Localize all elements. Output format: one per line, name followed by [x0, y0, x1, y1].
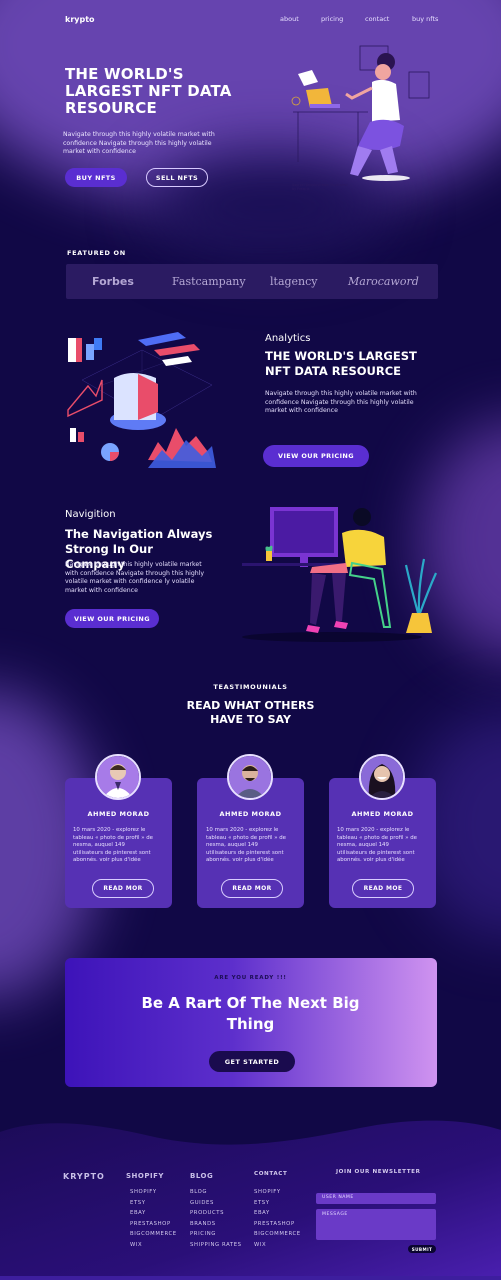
- nav-about[interactable]: about: [280, 15, 299, 23]
- footer-bottom-bar: [0, 1276, 501, 1280]
- footer-link[interactable]: BIGCOMMERCE: [254, 1229, 301, 1240]
- footer-link[interactable]: SHIPPING RATES: [190, 1240, 242, 1251]
- brand-ltagency: ltagency: [270, 275, 318, 288]
- footer-column-title-shopify: SHOPIFY: [126, 1172, 164, 1180]
- username-field[interactable]: USER NAME: [316, 1193, 436, 1204]
- navigation-description: Navigate through this highly volatile ma…: [65, 561, 205, 594]
- footer-list-blog: BLOG GUIDES PRODUCTS BRANDS PRICING SHIP…: [190, 1187, 242, 1250]
- brand-marocaword: Marocaword: [348, 275, 419, 288]
- navigation-illustration: [242, 507, 438, 642]
- avatar: [227, 754, 273, 800]
- hero-description: Navigate through this highly volatile ma…: [63, 131, 215, 155]
- nav-pricing[interactable]: pricing: [321, 15, 343, 23]
- testimonial-text-1: 10 mars 2020 - explorez le tableau « pho…: [73, 827, 153, 864]
- analytics-title: THE WORLD'S LARGEST NFT DATA RESOURCE: [265, 349, 417, 378]
- footer-link[interactable]: BLOG: [190, 1187, 242, 1198]
- testimonial-read-more-1[interactable]: READ MOR: [92, 879, 154, 898]
- testimonial-name-1: AHMED MORAD: [87, 810, 150, 818]
- hero-illustration: [291, 45, 430, 181]
- cta-label: ARE YOU READY !!!: [214, 975, 287, 981]
- featured-label: FEATURED ON: [67, 249, 126, 257]
- footer-link[interactable]: ETSY: [254, 1198, 301, 1209]
- navigation-pricing-button[interactable]: VIEW OUR PRICING: [65, 609, 159, 628]
- footer-list-contact: SHOPIFY ETSY EBAY PRESTASHOP BIGCOMMERCE…: [254, 1187, 301, 1250]
- avatar: [95, 754, 141, 800]
- testimonial-name-2: AHMED MORAD: [219, 810, 282, 818]
- footer-link[interactable]: WIX: [254, 1240, 301, 1251]
- footer-link[interactable]: BRANDS: [190, 1219, 242, 1230]
- footer-link[interactable]: GUIDES: [190, 1198, 242, 1209]
- testimonial-name-3: AHMED MORAD: [351, 810, 414, 818]
- analytics-pricing-button[interactable]: VIEW OUR PRICING: [263, 445, 369, 467]
- footer-link[interactable]: ETSY: [130, 1198, 177, 1209]
- testimonials-title: READ WHAT OTHERS HAVE TO SAY: [186, 699, 315, 726]
- avatar: [359, 754, 405, 800]
- get-started-button[interactable]: GET STARTED: [209, 1051, 295, 1072]
- testimonial-read-more-3[interactable]: READ MOE: [352, 879, 414, 898]
- footer-list-shopify: SHOPIFY ETSY EBAY PRESTASHOP BIGCOMMERCE…: [130, 1187, 177, 1250]
- sell-nfts-button[interactable]: SELL NFTS: [146, 168, 208, 187]
- cta-title: Be A Rart Of The Next Big Thing: [141, 994, 360, 1033]
- newsletter-title: JOIN OUR NEWSLETTER: [336, 1169, 421, 1175]
- footer-link[interactable]: PRESTASHOP: [130, 1219, 177, 1230]
- footer-column-title-blog: BLOG: [190, 1172, 214, 1180]
- footer-link[interactable]: EBAY: [254, 1208, 301, 1219]
- brand-forbes: Forbes: [92, 275, 134, 288]
- hero-title: THE WORLD'S LARGEST NFT DATA RESOURCE: [65, 65, 232, 117]
- message-field[interactable]: MESSAGE: [316, 1209, 436, 1240]
- footer-link[interactable]: PRODUCTS: [190, 1208, 242, 1219]
- navigation-label: Navigition: [65, 509, 116, 520]
- brand-logo[interactable]: krypto: [65, 15, 95, 24]
- nav-buy-nfts[interactable]: buy nfts: [412, 15, 438, 23]
- footer-link[interactable]: BIGCOMMERCE: [130, 1229, 177, 1240]
- testimonial-text-2: 10 mars 2020 - explorez le tableau « pho…: [206, 827, 286, 864]
- footer-link[interactable]: SHOPIFY: [130, 1187, 177, 1198]
- footer-link[interactable]: PRICING: [190, 1229, 242, 1240]
- brand-fastcampany: Fastcampany: [172, 275, 246, 288]
- testimonials-label: TEASTIMOUNIALS: [213, 683, 288, 691]
- analytics-label: Analytics: [265, 333, 311, 344]
- submit-button[interactable]: SUBMIT: [408, 1245, 436, 1253]
- footer-link[interactable]: EBAY: [130, 1208, 177, 1219]
- testimonial-read-more-2[interactable]: READ MOR: [221, 879, 283, 898]
- footer-logo[interactable]: KRYPTO: [63, 1172, 105, 1181]
- nav-contact[interactable]: contact: [365, 15, 389, 23]
- analytics-description: Navigate through this highly volatile ma…: [265, 390, 417, 414]
- testimonial-text-3: 10 mars 2020 - explorez le tableau « pho…: [337, 827, 417, 864]
- footer-link[interactable]: PRESTASHOP: [254, 1219, 301, 1230]
- footer-column-title-contact: CONTACT: [254, 1171, 288, 1177]
- footer-link[interactable]: SHOPIFY: [254, 1187, 301, 1198]
- analytics-illustration: [67, 332, 216, 468]
- footer-link[interactable]: WIX: [130, 1240, 177, 1251]
- buy-nfts-button[interactable]: BUY NFTS: [65, 168, 127, 187]
- illustration-credit: Source: peoplestream Illustrated by Free…: [292, 183, 348, 191]
